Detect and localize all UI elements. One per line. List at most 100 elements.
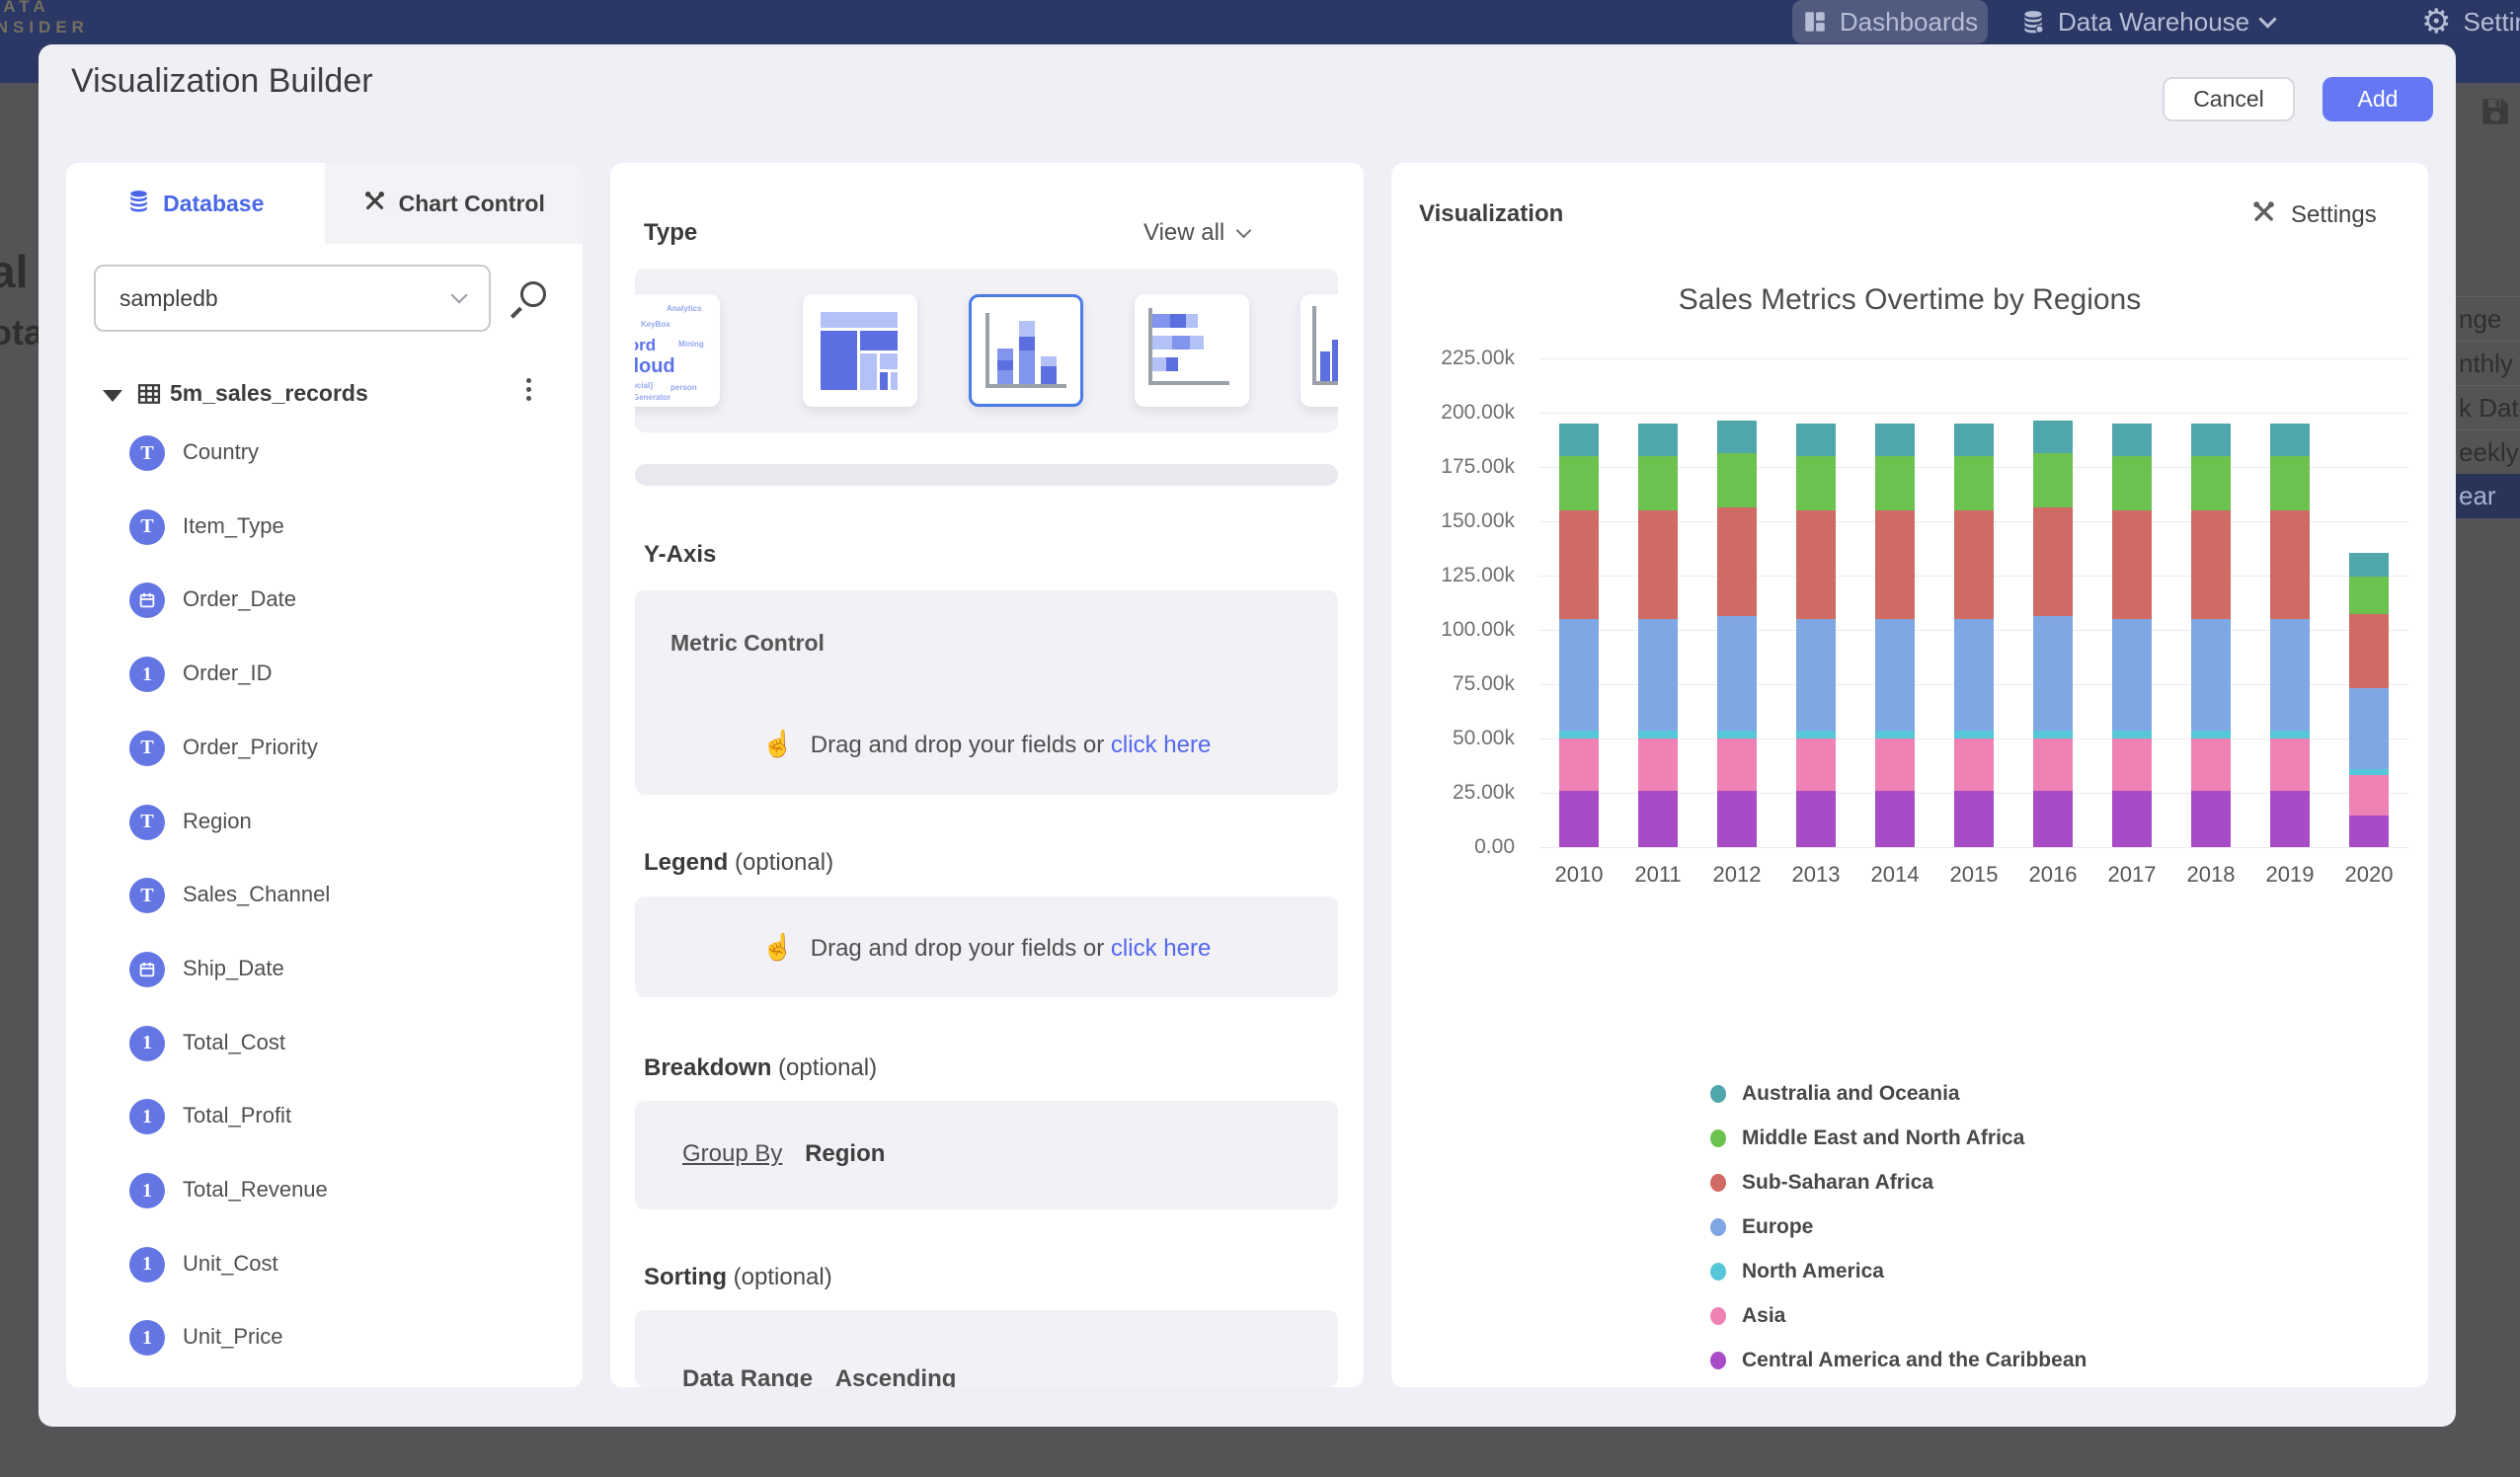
bar-segment[interactable] — [1638, 738, 1678, 791]
view-all-dropdown[interactable]: View all — [1143, 219, 1249, 247]
bar-segment[interactable] — [2270, 738, 2310, 791]
bar-segment[interactable] — [1559, 791, 1599, 847]
stacked-bar-2013[interactable] — [1796, 358, 1836, 847]
bar-segment[interactable] — [1559, 456, 1599, 510]
kebab-menu-icon[interactable] — [518, 378, 538, 401]
bar-segment[interactable] — [2191, 424, 2231, 456]
bar-segment[interactable] — [2270, 424, 2310, 456]
field-item-total_cost[interactable]: 1Total_Cost — [66, 1026, 583, 1065]
stacked-bar-2010[interactable] — [1559, 358, 1599, 847]
table-tree-row[interactable]: 5m_sales_records — [66, 372, 583, 418]
nav-settings[interactable]: ⚙ Settin — [2421, 0, 2520, 43]
bar-segment[interactable] — [1796, 791, 1836, 847]
field-item-unit_price[interactable]: 1Unit_Price — [66, 1320, 583, 1360]
bar-segment[interactable] — [2033, 453, 2073, 507]
bar-segment[interactable] — [1717, 731, 1757, 738]
bar-segment[interactable] — [2349, 769, 2389, 775]
bar-segment[interactable] — [1638, 731, 1678, 738]
bar-segment[interactable] — [1559, 424, 1599, 456]
bar-segment[interactable] — [2033, 507, 2073, 616]
bar-segment[interactable] — [1796, 424, 1836, 456]
field-item-ship_date[interactable]: Ship_Date — [66, 952, 583, 991]
legend-item[interactable]: Asia — [1710, 1293, 1785, 1338]
bar-segment[interactable] — [2349, 688, 2389, 769]
bar-segment[interactable] — [1954, 456, 1994, 510]
stacked-bar-2016[interactable] — [2033, 358, 2073, 847]
bar-segment[interactable] — [2033, 421, 2073, 453]
field-item-order_priority[interactable]: TOrder_Priority — [66, 731, 583, 770]
bar-segment[interactable] — [2191, 731, 2231, 738]
legend-item[interactable]: Middle East and North Africa — [1710, 1116, 2024, 1160]
bar-segment[interactable] — [1954, 510, 1994, 619]
bar-segment[interactable] — [1875, 738, 1915, 791]
stacked-bar-2017[interactable] — [2112, 358, 2152, 847]
field-item-region[interactable]: TRegion — [66, 805, 583, 844]
click-here-link[interactable]: click here — [1111, 732, 1211, 758]
bar-segment[interactable] — [1875, 731, 1915, 738]
field-item-sales_channel[interactable]: TSales_Channel — [66, 878, 583, 917]
field-item-order_id[interactable]: 1Order_ID — [66, 657, 583, 696]
bar-segment[interactable] — [2191, 619, 2231, 731]
chart-type-card-word-cloud[interactable]: iness Analytics KeyBox WordCloud Mining … — [635, 294, 720, 407]
stacked-bar-2011[interactable] — [1638, 358, 1678, 847]
bar-segment[interactable] — [1796, 619, 1836, 731]
database-select[interactable]: sampledb — [94, 265, 491, 332]
bar-segment[interactable] — [1638, 791, 1678, 847]
group-by-label[interactable]: Group By — [682, 1140, 782, 1167]
bar-segment[interactable] — [2191, 510, 2231, 619]
bar-segment[interactable] — [1875, 791, 1915, 847]
legend-item[interactable]: Europe — [1710, 1205, 1813, 1249]
sort-field-label[interactable]: Data Range — [682, 1365, 813, 1387]
bar-segment[interactable] — [1717, 738, 1757, 791]
bar-segment[interactable] — [1796, 731, 1836, 738]
field-item-item_type[interactable]: TItem_Type — [66, 509, 583, 549]
stacked-bar-2019[interactable] — [2270, 358, 2310, 847]
tab-chart-control[interactable]: Chart Control — [325, 163, 584, 244]
legend-item[interactable]: Australia and Oceania — [1710, 1071, 1960, 1116]
bar-segment[interactable] — [1638, 424, 1678, 456]
bar-segment[interactable] — [1954, 791, 1994, 847]
bar-segment[interactable] — [2270, 619, 2310, 731]
bar-segment[interactable] — [2112, 424, 2152, 456]
bar-segment[interactable] — [2112, 731, 2152, 738]
cards-scrollbar[interactable] — [635, 464, 1338, 486]
field-item-total_revenue[interactable]: 1Total_Revenue — [66, 1173, 583, 1212]
legend-dropzone[interactable]: ☝ Drag and drop your fields or click her… — [635, 896, 1338, 997]
group-by-value[interactable]: Region — [805, 1140, 885, 1167]
cancel-button[interactable]: Cancel — [2163, 77, 2295, 121]
bar-segment[interactable] — [2033, 616, 2073, 731]
bar-segment[interactable] — [2270, 731, 2310, 738]
legend-item[interactable]: Sub-Saharan Africa — [1710, 1160, 1933, 1205]
field-item-unit_cost[interactable]: 1Unit_Cost — [66, 1247, 583, 1286]
legend-item[interactable]: Central America and the Caribbean — [1710, 1338, 2087, 1382]
bar-segment[interactable] — [2349, 577, 2389, 614]
search-icon[interactable] — [512, 279, 552, 319]
bar-segment[interactable] — [1559, 738, 1599, 791]
chart-type-card-treemap[interactable] — [803, 294, 917, 407]
bar-segment[interactable] — [1717, 507, 1757, 616]
stacked-bar-2020[interactable] — [2349, 358, 2389, 847]
bar-segment[interactable] — [2191, 738, 2231, 791]
bar-segment[interactable] — [2191, 456, 2231, 510]
bar-segment[interactable] — [2112, 791, 2152, 847]
chart-type-card-stacked-bar-horizontal[interactable] — [1135, 294, 1249, 407]
bar-segment[interactable] — [1717, 791, 1757, 847]
bar-segment[interactable] — [2112, 456, 2152, 510]
bar-segment[interactable] — [1559, 510, 1599, 619]
chart-settings-button[interactable]: Settings — [2250, 198, 2377, 232]
bar-segment[interactable] — [2033, 738, 2073, 791]
stacked-bar-2012[interactable] — [1717, 358, 1757, 847]
bar-segment[interactable] — [1875, 456, 1915, 510]
bar-segment[interactable] — [1717, 421, 1757, 453]
add-button[interactable]: Add — [2323, 77, 2433, 121]
bar-segment[interactable] — [1954, 738, 1994, 791]
bar-segment[interactable] — [2112, 738, 2152, 791]
bar-segment[interactable] — [1717, 616, 1757, 731]
bar-segment[interactable] — [2349, 775, 2389, 816]
click-here-link[interactable]: click here — [1111, 935, 1211, 962]
bar-segment[interactable] — [2270, 510, 2310, 619]
field-item-total_profit[interactable]: 1Total_Profit — [66, 1099, 583, 1138]
bar-segment[interactable] — [1954, 619, 1994, 731]
bar-segment[interactable] — [1638, 456, 1678, 510]
bar-segment[interactable] — [1638, 510, 1678, 619]
